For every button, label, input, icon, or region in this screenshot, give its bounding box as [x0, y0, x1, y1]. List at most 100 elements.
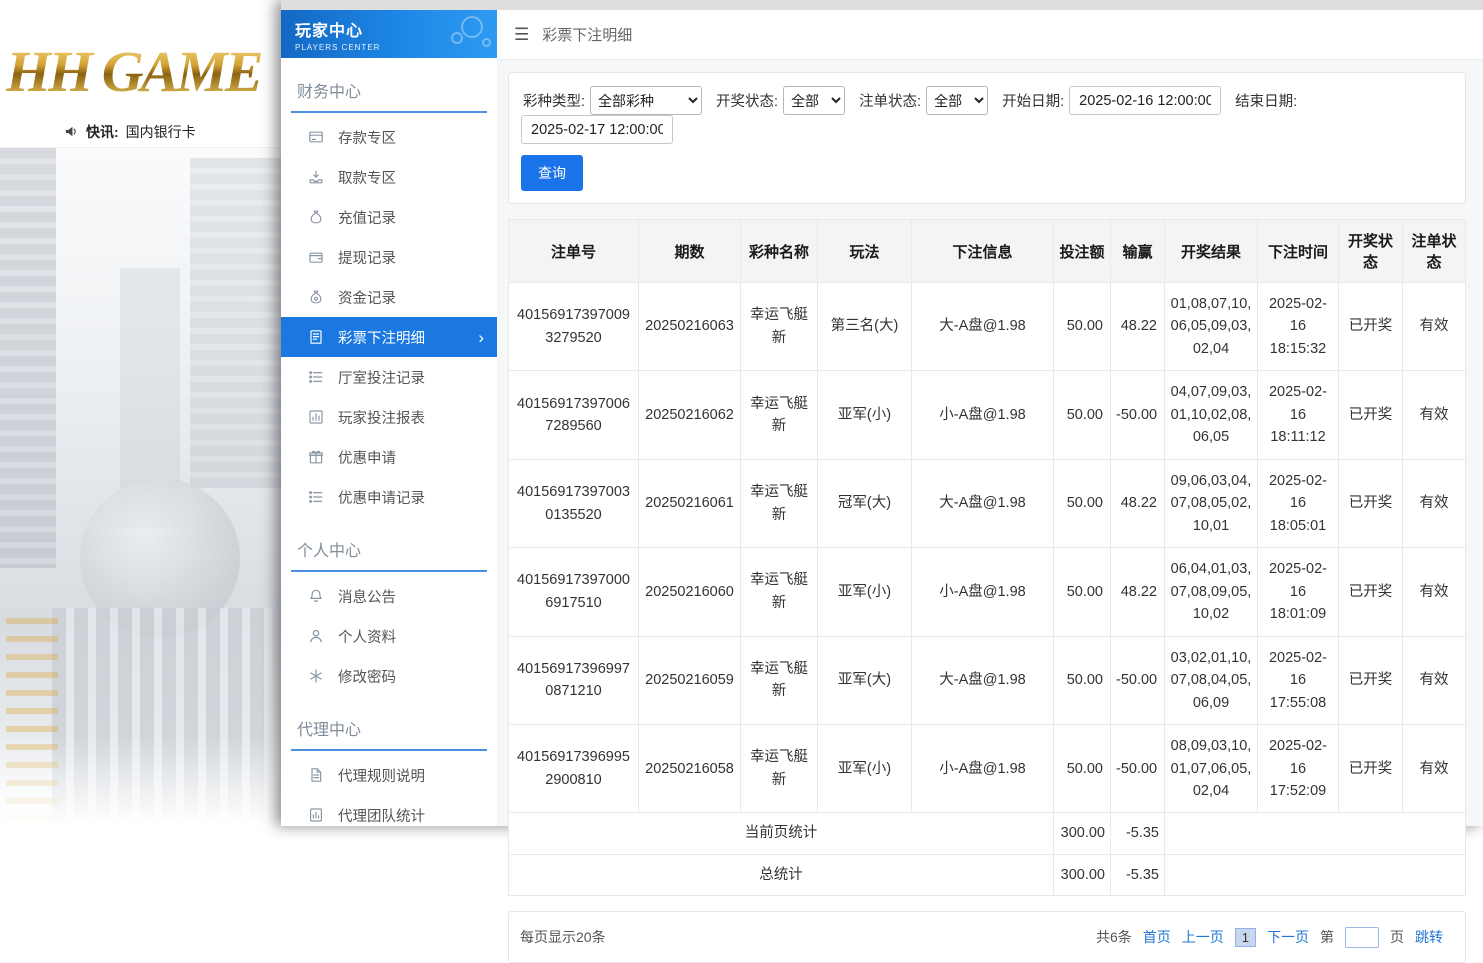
- promo-record-icon: [308, 489, 324, 505]
- bets-table: 注单号期数彩种名称玩法下注信息投注额输赢开奖结果下注时间开奖状态注单状态4015…: [508, 219, 1466, 896]
- sidebar-item-agent-rules[interactable]: 代理规则说明: [281, 755, 497, 795]
- sidebar: 玩家中心 PLAYERS CENTER 财务中心存款专区取款专区充值记录提现记录…: [281, 10, 497, 826]
- table-cell: 小-A盘@1.98: [912, 725, 1054, 813]
- table-cell: 20250216058: [639, 725, 741, 813]
- sidebar-item-withdrawal-record[interactable]: 提现记录: [281, 237, 497, 277]
- summary-bet-total: 300.00: [1054, 854, 1111, 895]
- jump-prefix-text: 第: [1320, 927, 1334, 947]
- sidebar-item-funds-record[interactable]: 资金记录: [281, 277, 497, 317]
- table-cell: 小-A盘@1.98: [912, 371, 1054, 459]
- summary-label: 当前页统计: [509, 813, 1054, 854]
- table-cell: 48.22: [1111, 283, 1165, 371]
- column-header: 彩种名称: [741, 220, 818, 283]
- table-cell: 冠军(大): [818, 459, 912, 547]
- table-cell: 小-A盘@1.98: [912, 548, 1054, 636]
- start-date-input[interactable]: [1069, 86, 1221, 115]
- sidebar-section-heading: 代理中心: [291, 712, 487, 751]
- sidebar-section-heading: 财务中心: [291, 74, 487, 113]
- first-page-link[interactable]: 首页: [1143, 927, 1171, 947]
- table-cell: 有效: [1403, 371, 1466, 459]
- table-cell: 大-A盘@1.98: [912, 636, 1054, 724]
- players-center-panel: 玩家中心 PLAYERS CENTER 财务中心存款专区取款专区充值记录提现记录…: [281, 0, 1483, 826]
- sidebar-header: 玩家中心 PLAYERS CENTER: [281, 10, 497, 58]
- jump-button[interactable]: 跳转: [1415, 927, 1443, 947]
- column-header: 开奖结果: [1165, 220, 1258, 283]
- table-cell: 08,09,03,10,01,07,06,05,02,04: [1165, 725, 1258, 813]
- sidebar-item-profile[interactable]: 个人资料: [281, 616, 497, 656]
- next-page-link[interactable]: 下一页: [1267, 927, 1309, 947]
- table-cell: 亚军(小): [818, 548, 912, 636]
- sidebar-item-label: 消息公告: [338, 586, 396, 607]
- sidebar-item-deposit[interactable]: 存款专区: [281, 117, 497, 157]
- agent-rules-icon: [308, 767, 324, 783]
- sidebar-item-label: 玩家投注报表: [338, 407, 425, 428]
- column-header: 投注额: [1054, 220, 1111, 283]
- table-cell: 2025-02-16 17:55:08: [1258, 636, 1339, 724]
- bet-status-label: 注单状态:: [859, 90, 921, 111]
- sidebar-item-label: 代理规则说明: [338, 765, 425, 786]
- table-cell: 2025-02-16 18:05:01: [1258, 459, 1339, 547]
- table-cell: -50.00: [1111, 725, 1165, 813]
- bet-status-select[interactable]: 全部: [926, 86, 988, 115]
- table-cell: 01,08,07,10,06,05,09,03,02,04: [1165, 283, 1258, 371]
- table-cell: 401569173970093279520: [509, 283, 639, 371]
- lottery-type-select[interactable]: 全部彩种: [590, 86, 702, 115]
- sidebar-item-label: 彩票下注明细: [338, 327, 425, 348]
- sidebar-item-promo-apply-record[interactable]: 优惠申请记录: [281, 477, 497, 517]
- sidebar-item-label: 提现记录: [338, 247, 396, 268]
- summary-row: 总统计300.00-5.35: [509, 854, 1466, 895]
- sidebar-item-label: 修改密码: [338, 666, 396, 687]
- table-cell: 20250216060: [639, 548, 741, 636]
- sidebar-nav: 财务中心存款专区取款专区充值记录提现记录资金记录彩票下注明细 › 厅室投注记录玩家投…: [281, 74, 497, 826]
- sidebar-item-label: 充值记录: [338, 207, 396, 228]
- bets-table-container: 注单号期数彩种名称玩法下注信息投注额输赢开奖结果下注时间开奖状态注单状态4015…: [508, 219, 1466, 896]
- sidebar-item-player-bet-report[interactable]: 玩家投注报表: [281, 397, 497, 437]
- filter-panel: 彩种类型: 全部彩种 开奖状态: 全部 注单状态: 全部 开始日期: 结束日期:: [508, 72, 1466, 204]
- lottery-bets-icon: [308, 329, 324, 345]
- table-cell: 有效: [1403, 283, 1466, 371]
- table-cell: 2025-02-16 17:52:09: [1258, 725, 1339, 813]
- draw-status-label: 开奖状态:: [716, 90, 778, 111]
- table-cell: 已开奖: [1339, 548, 1403, 636]
- search-button[interactable]: 查询: [521, 155, 583, 191]
- summary-winloss-total: -5.35: [1111, 854, 1165, 895]
- total-count-text: 共6条: [1096, 927, 1132, 947]
- current-page-button[interactable]: 1: [1235, 928, 1256, 947]
- sidebar-item-announcements[interactable]: 消息公告: [281, 576, 497, 616]
- menu-icon[interactable]: ☰: [514, 25, 529, 45]
- sidebar-item-withdraw[interactable]: 取款专区: [281, 157, 497, 197]
- table-cell: 幸运飞艇新: [741, 548, 818, 636]
- sidebar-item-label: 优惠申请: [338, 447, 396, 468]
- withdraw-icon: [308, 169, 324, 185]
- end-date-input[interactable]: [521, 115, 673, 144]
- table-row: 40156917397003013552020250216061幸运飞艇新冠军(…: [509, 459, 1466, 547]
- page-size-text: 每页显示20条: [520, 927, 606, 947]
- sidebar-item-hall-bet-record[interactable]: 厅室投注记录: [281, 357, 497, 397]
- table-cell: 20250216062: [639, 371, 741, 459]
- table-cell: 幸运飞艇新: [741, 725, 818, 813]
- table-cell: 亚军(小): [818, 725, 912, 813]
- table-cell: 04,07,09,03,01,10,02,08,06,05: [1165, 371, 1258, 459]
- chevron-right-icon: ›: [478, 329, 484, 346]
- table-cell: 401569173970030135520: [509, 459, 639, 547]
- sidebar-item-lottery-bet-detail[interactable]: 彩票下注明细 ›: [281, 317, 497, 357]
- summary-empty-cell: [1165, 813, 1466, 854]
- table-cell: 2025-02-16 18:15:32: [1258, 283, 1339, 371]
- table-row: 40156917396995290081020250216058幸运飞艇新亚军(…: [509, 725, 1466, 813]
- table-cell: 大-A盘@1.98: [912, 283, 1054, 371]
- sidebar-item-agent-team[interactable]: 代理团队统计: [281, 795, 497, 826]
- deposit-icon: [308, 129, 324, 145]
- sidebar-item-change-password[interactable]: 修改密码: [281, 656, 497, 696]
- topbar: ☰ 彩票下注明细: [497, 10, 1483, 60]
- prev-page-link[interactable]: 上一页: [1182, 927, 1224, 947]
- draw-status-select[interactable]: 全部: [783, 86, 845, 115]
- recharge-record-icon: [308, 209, 324, 225]
- page-jump-input[interactable]: [1345, 927, 1379, 948]
- table-cell: 亚军(大): [818, 636, 912, 724]
- table-cell: 已开奖: [1339, 371, 1403, 459]
- sidebar-item-recharge-record[interactable]: 充值记录: [281, 197, 497, 237]
- sidebar-item-promo-apply[interactable]: 优惠申请: [281, 437, 497, 477]
- table-cell: 50.00: [1054, 725, 1111, 813]
- summary-winloss-total: -5.35: [1111, 813, 1165, 854]
- funds-record-icon: [308, 289, 324, 305]
